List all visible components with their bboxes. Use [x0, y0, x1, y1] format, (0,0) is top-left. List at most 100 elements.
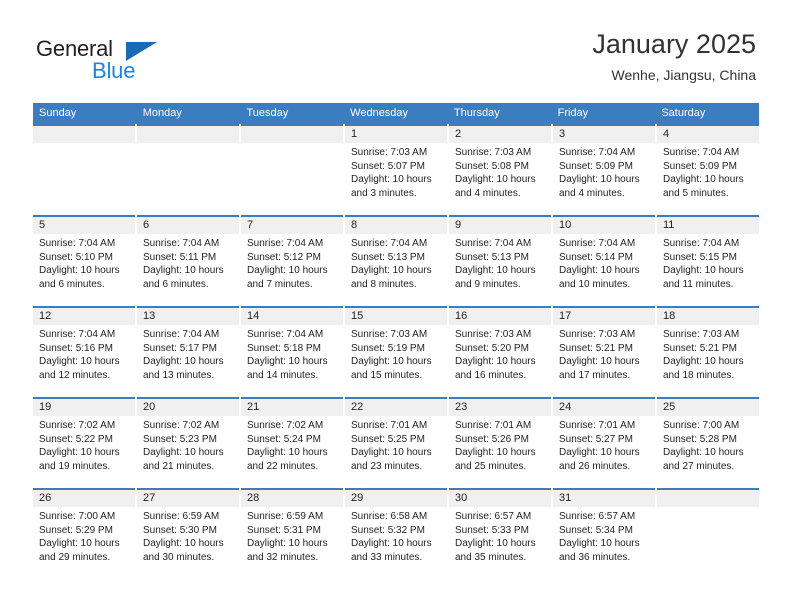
- general-blue-logo[interactable]: General Blue: [36, 36, 216, 83]
- day-details: Sunrise: 7:03 AM Sunset: 5:21 PM Dayligh…: [553, 325, 655, 382]
- daylight-text-line1: Daylight: 10 hours: [455, 265, 536, 277]
- sunrise-text: Sunrise: 7:04 AM: [559, 238, 636, 249]
- day-cell[interactable]: 22 Sunrise: 7:01 AM Sunset: 5:25 PM Dayl…: [345, 397, 447, 488]
- day-cell[interactable]: [137, 124, 239, 215]
- day-details: Sunrise: 7:02 AM Sunset: 5:23 PM Dayligh…: [137, 416, 239, 473]
- daylight-text-line2: and 11 minutes.: [663, 278, 734, 290]
- sunrise-text: Sunrise: 7:04 AM: [351, 238, 428, 249]
- day-cell[interactable]: 17 Sunrise: 7:03 AM Sunset: 5:21 PM Dayl…: [553, 306, 655, 397]
- day-cell[interactable]: 8 Sunrise: 7:04 AM Sunset: 5:13 PM Dayli…: [345, 215, 447, 306]
- sunset-text: Sunset: 5:13 PM: [351, 251, 425, 263]
- day-cell[interactable]: 21 Sunrise: 7:02 AM Sunset: 5:24 PM Dayl…: [241, 397, 343, 488]
- weekday-monday: Monday: [142, 107, 182, 119]
- day-number: 11: [657, 217, 759, 234]
- day-cell[interactable]: 28 Sunrise: 6:59 AM Sunset: 5:31 PM Dayl…: [241, 488, 343, 579]
- day-details: Sunrise: 7:00 AM Sunset: 5:29 PM Dayligh…: [33, 507, 135, 564]
- weekday-header-row: Sunday Monday Tuesday Wednesday Thursday…: [33, 103, 759, 124]
- day-number: 31: [553, 490, 655, 507]
- daylight-text-line2: and 30 minutes.: [143, 551, 215, 563]
- day-number: [33, 126, 135, 143]
- day-cell[interactable]: 27 Sunrise: 6:59 AM Sunset: 5:30 PM Dayl…: [137, 488, 239, 579]
- daylight-text-line2: and 36 minutes.: [559, 551, 631, 563]
- day-cell[interactable]: [241, 124, 343, 215]
- sunrise-text: Sunrise: 7:04 AM: [663, 238, 740, 249]
- day-details: Sunrise: 7:04 AM Sunset: 5:18 PM Dayligh…: [241, 325, 343, 382]
- day-details: Sunrise: 7:04 AM Sunset: 5:13 PM Dayligh…: [345, 234, 447, 291]
- sunrise-text: Sunrise: 7:01 AM: [559, 420, 636, 431]
- sunrise-text: Sunrise: 7:04 AM: [247, 238, 324, 249]
- daylight-text-line2: and 12 minutes.: [39, 369, 111, 381]
- sunrise-text: Sunrise: 7:02 AM: [247, 420, 324, 431]
- day-cell[interactable]: 6 Sunrise: 7:04 AM Sunset: 5:11 PM Dayli…: [137, 215, 239, 306]
- sunset-text: Sunset: 5:11 PM: [143, 251, 217, 263]
- day-cell[interactable]: 1 Sunrise: 7:03 AM Sunset: 5:07 PM Dayli…: [345, 124, 447, 215]
- sunset-text: Sunset: 5:24 PM: [247, 433, 321, 445]
- sunset-text: Sunset: 5:29 PM: [39, 524, 113, 536]
- day-number: 14: [241, 308, 343, 325]
- day-cell[interactable]: 4 Sunrise: 7:04 AM Sunset: 5:09 PM Dayli…: [657, 124, 759, 215]
- day-cell[interactable]: 23 Sunrise: 7:01 AM Sunset: 5:26 PM Dayl…: [449, 397, 551, 488]
- sunset-text: Sunset: 5:31 PM: [247, 524, 321, 536]
- day-cell[interactable]: [657, 488, 759, 579]
- day-cell[interactable]: 12 Sunrise: 7:04 AM Sunset: 5:16 PM Dayl…: [33, 306, 135, 397]
- sunrise-text: Sunrise: 7:03 AM: [455, 329, 532, 340]
- day-cell[interactable]: 18 Sunrise: 7:03 AM Sunset: 5:21 PM Dayl…: [657, 306, 759, 397]
- daylight-text-line1: Daylight: 10 hours: [143, 356, 224, 368]
- sunset-text: Sunset: 5:27 PM: [559, 433, 633, 445]
- day-cell[interactable]: 19 Sunrise: 7:02 AM Sunset: 5:22 PM Dayl…: [33, 397, 135, 488]
- day-number: 18: [657, 308, 759, 325]
- sunrise-text: Sunrise: 7:04 AM: [39, 329, 116, 340]
- day-cell[interactable]: 10 Sunrise: 7:04 AM Sunset: 5:14 PM Dayl…: [553, 215, 655, 306]
- day-details: Sunrise: 7:03 AM Sunset: 5:07 PM Dayligh…: [345, 143, 447, 200]
- sunrise-text: Sunrise: 6:59 AM: [247, 511, 324, 522]
- daylight-text-line1: Daylight: 10 hours: [559, 265, 640, 277]
- day-details: Sunrise: 6:58 AM Sunset: 5:32 PM Dayligh…: [345, 507, 447, 564]
- day-cell[interactable]: 5 Sunrise: 7:04 AM Sunset: 5:10 PM Dayli…: [33, 215, 135, 306]
- day-cell[interactable]: 13 Sunrise: 7:04 AM Sunset: 5:17 PM Dayl…: [137, 306, 239, 397]
- day-cell[interactable]: 11 Sunrise: 7:04 AM Sunset: 5:15 PM Dayl…: [657, 215, 759, 306]
- weekday-wednesday: Wednesday: [350, 107, 409, 119]
- day-details: Sunrise: 7:01 AM Sunset: 5:27 PM Dayligh…: [553, 416, 655, 473]
- sunrise-text: Sunrise: 7:03 AM: [663, 329, 740, 340]
- daylight-text-line2: and 8 minutes.: [351, 278, 417, 290]
- sunset-text: Sunset: 5:21 PM: [559, 342, 633, 354]
- sunrise-text: Sunrise: 7:04 AM: [143, 329, 220, 340]
- week-row: 12 Sunrise: 7:04 AM Sunset: 5:16 PM Dayl…: [33, 306, 759, 397]
- day-cell[interactable]: 2 Sunrise: 7:03 AM Sunset: 5:08 PM Dayli…: [449, 124, 551, 215]
- day-cell[interactable]: [33, 124, 135, 215]
- day-details: [137, 143, 239, 146]
- day-details: Sunrise: 7:03 AM Sunset: 5:21 PM Dayligh…: [657, 325, 759, 382]
- day-details: Sunrise: 7:01 AM Sunset: 5:25 PM Dayligh…: [345, 416, 447, 473]
- day-cell[interactable]: 30 Sunrise: 6:57 AM Sunset: 5:33 PM Dayl…: [449, 488, 551, 579]
- day-cell[interactable]: 3 Sunrise: 7:04 AM Sunset: 5:09 PM Dayli…: [553, 124, 655, 215]
- daylight-text-line2: and 4 minutes.: [455, 187, 521, 199]
- day-details: [33, 143, 135, 146]
- day-cell[interactable]: 7 Sunrise: 7:04 AM Sunset: 5:12 PM Dayli…: [241, 215, 343, 306]
- day-cell[interactable]: 26 Sunrise: 7:00 AM Sunset: 5:29 PM Dayl…: [33, 488, 135, 579]
- daylight-text-line2: and 35 minutes.: [455, 551, 527, 563]
- week-row: 26 Sunrise: 7:00 AM Sunset: 5:29 PM Dayl…: [33, 488, 759, 579]
- day-number: 8: [345, 217, 447, 234]
- day-cell[interactable]: 15 Sunrise: 7:03 AM Sunset: 5:19 PM Dayl…: [345, 306, 447, 397]
- day-cell[interactable]: 14 Sunrise: 7:04 AM Sunset: 5:18 PM Dayl…: [241, 306, 343, 397]
- sunrise-text: Sunrise: 6:59 AM: [143, 511, 220, 522]
- day-cell[interactable]: 25 Sunrise: 7:00 AM Sunset: 5:28 PM Dayl…: [657, 397, 759, 488]
- daylight-text-line2: and 27 minutes.: [663, 460, 735, 472]
- daylight-text-line1: Daylight: 10 hours: [455, 538, 536, 550]
- calendar-grid: Sunday Monday Tuesday Wednesday Thursday…: [33, 103, 759, 579]
- day-details: Sunrise: 6:57 AM Sunset: 5:33 PM Dayligh…: [449, 507, 551, 564]
- day-number: 26: [33, 490, 135, 507]
- day-cell[interactable]: 9 Sunrise: 7:04 AM Sunset: 5:13 PM Dayli…: [449, 215, 551, 306]
- daylight-text-line1: Daylight: 10 hours: [663, 356, 744, 368]
- day-cell[interactable]: 20 Sunrise: 7:02 AM Sunset: 5:23 PM Dayl…: [137, 397, 239, 488]
- day-details: Sunrise: 7:04 AM Sunset: 5:13 PM Dayligh…: [449, 234, 551, 291]
- day-cell[interactable]: 24 Sunrise: 7:01 AM Sunset: 5:27 PM Dayl…: [553, 397, 655, 488]
- daylight-text-line1: Daylight: 10 hours: [143, 538, 224, 550]
- sunrise-text: Sunrise: 7:04 AM: [559, 147, 636, 158]
- day-cell[interactable]: 31 Sunrise: 6:57 AM Sunset: 5:34 PM Dayl…: [553, 488, 655, 579]
- daylight-text-line1: Daylight: 10 hours: [455, 174, 536, 186]
- day-cell[interactable]: 29 Sunrise: 6:58 AM Sunset: 5:32 PM Dayl…: [345, 488, 447, 579]
- day-cell[interactable]: 16 Sunrise: 7:03 AM Sunset: 5:20 PM Dayl…: [449, 306, 551, 397]
- sunset-text: Sunset: 5:10 PM: [39, 251, 113, 263]
- day-details: Sunrise: 6:59 AM Sunset: 5:30 PM Dayligh…: [137, 507, 239, 564]
